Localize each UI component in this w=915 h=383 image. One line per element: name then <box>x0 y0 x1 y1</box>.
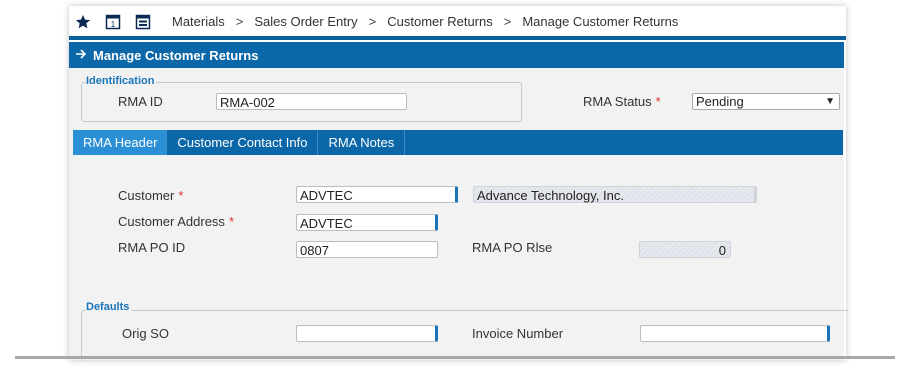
breadcrumb-item-manage-customer-returns: Manage Customer Returns <box>522 14 679 29</box>
tab-bar: RMA Header Customer Contact Info RMA Not… <box>73 130 843 155</box>
tab-customer-contact-info[interactable]: Customer Contact Info <box>167 130 319 155</box>
required-marker: * <box>228 214 234 229</box>
tab-rma-header[interactable]: RMA Header <box>73 130 168 155</box>
rma-id-label: RMA ID <box>118 94 163 109</box>
manage-customer-returns-window: 1 Materials > Sales Order Entry > Customer R… <box>69 6 849 361</box>
rma-id-input[interactable]: RMA-002 <box>216 93 407 110</box>
customer-address-label: Customer Address * <box>118 214 234 229</box>
form-area: Identification RMA ID RMA-002 RMA Status… <box>69 68 849 361</box>
required-marker: * <box>655 94 661 109</box>
rma-po-rlse-field: 0 <box>639 241 731 258</box>
title-band <box>69 36 846 40</box>
breadcrumb-item-materials[interactable]: Materials <box>172 14 225 29</box>
orig-so-label: Orig SO <box>122 326 169 341</box>
customer-label: Customer * <box>118 188 183 203</box>
customer-input[interactable]: ADVTEC <box>296 186 458 203</box>
rma-po-rlse-label: RMA PO Rlse <box>472 240 553 255</box>
orig-so-input[interactable] <box>296 325 438 342</box>
rma-status-select[interactable]: Pending ▼ <box>692 93 840 110</box>
rma-status-value: Pending <box>696 94 744 109</box>
svg-text:1: 1 <box>111 20 116 29</box>
breadcrumb-item-sales-order-entry[interactable]: Sales Order Entry <box>254 14 357 29</box>
calendar-icon[interactable]: 1 <box>105 14 121 30</box>
invoice-number-label: Invoice Number <box>472 326 564 341</box>
identification-legend: Identification <box>86 75 157 87</box>
layout-icon[interactable] <box>135 14 151 30</box>
customer-address-input[interactable]: ADVTEC <box>296 214 438 231</box>
customer-name-field: Advance Technology, Inc. <box>473 186 757 203</box>
defaults-legend: Defaults <box>86 301 132 313</box>
invoice-number-input[interactable] <box>640 325 830 342</box>
breadcrumb: Materials > Sales Order Entry > Customer Ret… <box>172 14 678 29</box>
customer-label-text: Customer <box>118 188 175 203</box>
breadcrumb-bar: 1 Materials > Sales Order Entry > Customer R… <box>69 6 846 36</box>
page-title: Manage Customer Returns <box>93 47 259 63</box>
caret-down-icon: ▼ <box>825 96 835 107</box>
page-title-bar: Manage Customer Returns <box>69 42 844 68</box>
required-marker: * <box>178 188 184 203</box>
rma-status-label-text: RMA Status <box>583 94 652 109</box>
rma-po-id-label: RMA PO ID <box>118 240 186 255</box>
rma-po-id-input[interactable]: 0807 <box>296 241 438 258</box>
bottom-divider <box>15 356 895 359</box>
breadcrumb-separator: > <box>235 14 244 29</box>
arrow-right-icon[interactable] <box>75 47 87 63</box>
star-icon[interactable] <box>75 14 91 30</box>
customer-address-label-text: Customer Address <box>118 214 225 229</box>
breadcrumb-separator: > <box>368 14 377 29</box>
breadcrumb-separator: > <box>503 14 512 29</box>
tab-rma-notes[interactable]: RMA Notes <box>318 130 406 155</box>
breadcrumb-item-customer-returns[interactable]: Customer Returns <box>387 14 492 29</box>
rma-status-label: RMA Status * <box>583 94 661 109</box>
